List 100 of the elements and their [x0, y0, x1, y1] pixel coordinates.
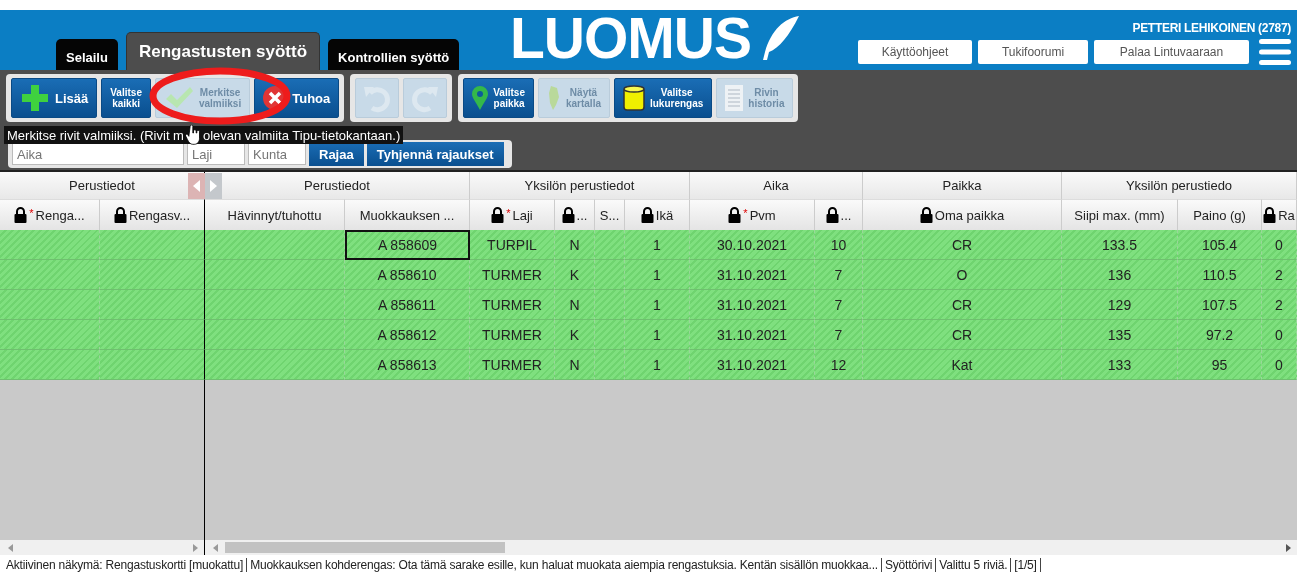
table-cell: 30.10.2021: [716, 236, 788, 253]
table-cell: CR: [951, 236, 973, 253]
column-header[interactable]: ...: [815, 199, 863, 230]
table-cell: N: [569, 356, 580, 373]
table-cell: 129: [1107, 296, 1132, 313]
table-cell: 136: [1107, 266, 1132, 283]
column-header[interactable]: *Laji: [470, 199, 555, 230]
column-header[interactable]: S...: [595, 199, 625, 230]
filter-field[interactable]: Laji: [187, 143, 245, 165]
table-cell: 97.2: [1205, 326, 1234, 343]
column-header[interactable]: Muokkauksen ...: [345, 199, 470, 230]
document-icon: [725, 85, 744, 111]
column-header[interactable]: ...: [555, 199, 595, 230]
table-cell: N: [569, 236, 580, 253]
table-row[interactable]: A 858612 TURMER K 1 31.10.2021 7 CR 135 97.2 0: [0, 320, 1297, 350]
column-label: Ikä: [655, 207, 674, 223]
table-cell: 1: [653, 326, 661, 343]
table-cell: 135: [1107, 326, 1132, 343]
group-nav-arrows-icon[interactable]: [188, 173, 222, 199]
table-cell: 0: [1275, 236, 1283, 253]
column-header[interactable]: Rengasv...: [100, 199, 205, 230]
header-link-button[interactable]: Käyttöohjeet: [858, 40, 972, 64]
status-text: Aktiivinen näkymä: Rengastuskortti [muokattu]: [3, 558, 248, 572]
header-link-button[interactable]: Palaa Lintuvaaraan: [1094, 40, 1249, 64]
status-text: Muokkauksen kohderengas: Ota tämä sarake esille, kun haluat muokata aiempia rengastuksia. Kentän sisällön muokkaa...: [247, 558, 882, 572]
filter-button[interactable]: Rajaa: [309, 142, 364, 166]
column-group-header: Yksilön perustiedo: [1062, 172, 1297, 199]
table-cell: O: [956, 266, 968, 283]
toolbar-button[interactable]: Lisää: [11, 78, 98, 118]
header-link-button[interactable]: Tukifoorumi: [978, 40, 1088, 64]
column-header[interactable]: *Renga...: [0, 199, 100, 230]
tab[interactable]: Kontrollien syöttö: [328, 39, 460, 70]
table-cell: 31.10.2021: [716, 326, 788, 343]
table-cell: 95: [1211, 356, 1228, 373]
table-cell: N: [569, 296, 580, 313]
table-row[interactable]: A 858610 TURMER K 1 31.10.2021 7 O 136 110.5 2: [0, 260, 1297, 290]
column-header[interactable]: Ra: [1262, 199, 1297, 230]
cylinder-icon: [623, 84, 645, 112]
table-row[interactable]: A 858613 TURMER N 1 31.10.2021 12 Kat 133 95 0: [0, 350, 1297, 380]
table-cell: 7: [834, 296, 843, 313]
column-group-header: Yksilön perustiedot: [470, 172, 690, 199]
column-label: Renga...: [35, 207, 85, 223]
column-header[interactable]: Paino (g): [1178, 199, 1262, 230]
filter-field[interactable]: Aika: [12, 143, 184, 165]
toolbar-button[interactable]: Valitse paikka: [463, 78, 534, 118]
table-cell: 7: [834, 266, 843, 283]
map-pin-icon: [472, 86, 489, 110]
table-cell: K: [569, 266, 580, 283]
menu-icon[interactable]: [1259, 38, 1291, 66]
table-cell: 1: [653, 356, 661, 373]
scroll-left-icon[interactable]: [213, 543, 219, 552]
table-cell: TURPIL: [487, 236, 537, 253]
filter-button[interactable]: Tyhjennä rajaukset: [366, 142, 504, 166]
table-row[interactable]: A 858609 TURPIL N 1 30.10.2021 10 CR 133.5 105.4 0: [0, 230, 1297, 260]
toolbar-button[interactable]: Valitse kaikki: [101, 78, 151, 118]
required-mark: *: [29, 207, 34, 219]
table-cell: 0: [1275, 326, 1283, 343]
column-header[interactable]: Siipi max. (mm): [1062, 199, 1178, 230]
table-cell: 105.4: [1201, 236, 1237, 253]
table-cell: Kat: [951, 356, 973, 373]
toolbar-button[interactable]: Valitse lukurengas: [614, 78, 713, 118]
table-cell: CR: [951, 296, 973, 313]
table-cell: 31.10.2021: [716, 296, 788, 313]
focused-cell[interactable]: A 858609: [345, 230, 470, 260]
table-cell: 31.10.2021: [716, 266, 788, 283]
logo: LUOMUS: [510, 10, 751, 66]
table-cell: 7: [834, 326, 843, 343]
column-header[interactable]: Hävinnyt/tuhottu: [205, 199, 345, 230]
table-cell: A 858611: [377, 296, 437, 313]
column-group-header: Paikka: [863, 172, 1062, 199]
scroll-right-icon[interactable]: [1285, 543, 1291, 552]
table-cell: A 858609: [377, 237, 438, 253]
column-label: Laji: [512, 207, 533, 223]
column-label: ...: [576, 207, 588, 223]
column-header[interactable]: *Pvm: [690, 199, 815, 230]
status-text: Syöttörivi: [881, 558, 937, 572]
hand-cursor-icon: [185, 125, 201, 145]
scroll-left-icon[interactable]: [8, 543, 14, 552]
column-header[interactable]: Oma paikka: [863, 199, 1062, 230]
column-label: Oma paikka: [934, 207, 1005, 223]
column-group-header: Perustiedot: [0, 172, 205, 199]
tab[interactable]: Selailu: [56, 39, 118, 70]
column-group-header: Perustiedot: [205, 172, 470, 199]
plus-icon: [20, 83, 50, 113]
table-cell: 31.10.2021: [716, 356, 788, 373]
column-label: Muokkauksen ...: [359, 207, 455, 223]
column-label: ...: [840, 207, 852, 223]
tab[interactable]: Rengastusten syöttö: [125, 32, 321, 70]
table-cell: 10: [830, 236, 847, 253]
table-cell: 2: [1275, 296, 1283, 313]
column-label: Pvm: [749, 207, 776, 223]
table-cell: 2: [1275, 266, 1283, 283]
table-row[interactable]: A 858611 TURMER N 1 31.10.2021 7 CR 129 107.5 2: [0, 290, 1297, 320]
table-cell: 12: [830, 356, 847, 373]
tooltip-text: Merkitse rivit valmiiksi. (Rivit m: [7, 127, 184, 143]
filter-field[interactable]: Kunta: [248, 143, 306, 165]
table-cell: 1: [653, 236, 661, 253]
column-header[interactable]: Ikä: [625, 199, 690, 230]
column-label: Rengasv...: [128, 207, 191, 223]
column-label: Paino (g): [1193, 207, 1246, 223]
